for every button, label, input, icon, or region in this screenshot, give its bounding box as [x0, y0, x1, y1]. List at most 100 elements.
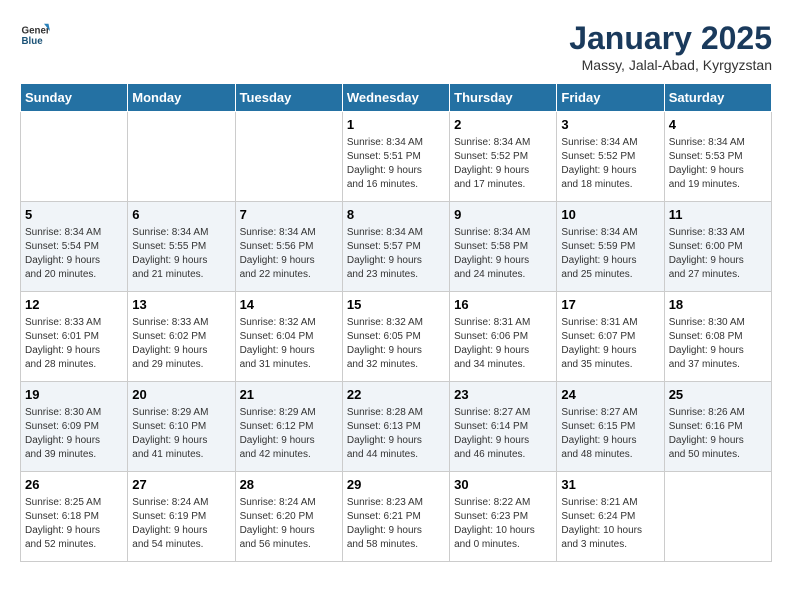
calendar-cell: 26 Sunrise: 8:25 AM Sunset: 6:18 PM Dayli…: [21, 472, 128, 562]
day-header-monday: Monday: [128, 84, 235, 112]
svg-text:General: General: [22, 26, 51, 37]
week-row-2: 5Sunrise: 8:34 AM Sunset: 5:54 PM Daylig…: [21, 202, 772, 292]
day-info: Sunrise: 8:34 AM Sunset: 5:59 PM Dayligh…: [561, 226, 659, 282]
day-number: 17: [561, 296, 659, 314]
calendar-cell: [128, 112, 235, 202]
day-info: Sunrise: 8:26 AM Sunset: 6:16 PM Dayligh…: [669, 406, 767, 462]
calendar-cell: 30 Sunrise: 8:22 AM Sunset: 6:23 PM Dayli…: [450, 472, 557, 562]
calendar-cell: 27 Sunrise: 8:24 AM Sunset: 6:19 PM Dayli…: [128, 472, 235, 562]
calendar-cell: 28 Sunrise: 8:24 AM Sunset: 6:20 PM Dayli…: [235, 472, 342, 562]
day-number: 28: [240, 476, 338, 494]
week-row-3: 12 Sunrise: 8:33 AM Sunset: 6:01 PM Dayli…: [21, 292, 772, 382]
day-number: 19: [25, 386, 123, 404]
day-number: 2: [454, 116, 552, 134]
day-info: Sunrise: 8:25 AM Sunset: 6:18 PM Dayligh…: [25, 496, 123, 552]
day-number: 14: [240, 296, 338, 314]
day-info: Sunrise: 8:27 AM Sunset: 6:14 PM Dayligh…: [454, 406, 552, 462]
calendar-cell: 18Sunrise: 8:30 AM Sunset: 6:08 PM Dayli…: [664, 292, 771, 382]
title-area: January 2025 Massy, Jalal-Abad, Kyrgyzst…: [569, 20, 772, 73]
month-title: January 2025: [569, 20, 772, 57]
day-number: 20: [132, 386, 230, 404]
day-info: Sunrise: 8:32 AM Sunset: 6:05 PM Dayligh…: [347, 316, 445, 372]
calendar-cell: 13Sunrise: 8:33 AM Sunset: 6:02 PM Dayli…: [128, 292, 235, 382]
calendar-cell: 15 Sunrise: 8:32 AM Sunset: 6:05 PM Dayli…: [342, 292, 449, 382]
day-info: Sunrise: 8:24 AM Sunset: 6:20 PM Dayligh…: [240, 496, 338, 552]
day-info: Sunrise: 8:34 AM Sunset: 5:53 PM Dayligh…: [669, 136, 767, 192]
day-header-friday: Friday: [557, 84, 664, 112]
day-info: Sunrise: 8:31 AM Sunset: 6:07 PM Dayligh…: [561, 316, 659, 372]
day-number: 23: [454, 386, 552, 404]
calendar-cell: 21Sunrise: 8:29 AM Sunset: 6:12 PM Dayli…: [235, 382, 342, 472]
day-number: 6: [132, 206, 230, 224]
location-title: Massy, Jalal-Abad, Kyrgyzstan: [569, 57, 772, 73]
day-info: Sunrise: 8:31 AM Sunset: 6:06 PM Dayligh…: [454, 316, 552, 372]
day-info: Sunrise: 8:34 AM Sunset: 5:55 PM Dayligh…: [132, 226, 230, 282]
day-number: 26: [25, 476, 123, 494]
calendar-cell: 16 Sunrise: 8:31 AM Sunset: 6:06 PM Dayli…: [450, 292, 557, 382]
calendar-cell: 29 Sunrise: 8:23 AM Sunset: 6:21 PM Dayli…: [342, 472, 449, 562]
day-number: 7: [240, 206, 338, 224]
week-row-1: 1 Sunrise: 8:34 AM Sunset: 5:51 PM Daylig…: [21, 112, 772, 202]
day-header-tuesday: Tuesday: [235, 84, 342, 112]
day-info: Sunrise: 8:33 AM Sunset: 6:01 PM Dayligh…: [25, 316, 123, 372]
day-number: 18: [669, 296, 767, 314]
day-header-saturday: Saturday: [664, 84, 771, 112]
logo: General Blue: [20, 20, 50, 50]
calendar-cell: 5Sunrise: 8:34 AM Sunset: 5:54 PM Daylig…: [21, 202, 128, 292]
calendar-cell: 12 Sunrise: 8:33 AM Sunset: 6:01 PM Dayli…: [21, 292, 128, 382]
day-info: Sunrise: 8:24 AM Sunset: 6:19 PM Dayligh…: [132, 496, 230, 552]
calendar-cell: 6 Sunrise: 8:34 AM Sunset: 5:55 PM Daylig…: [128, 202, 235, 292]
day-number: 16: [454, 296, 552, 314]
day-number: 10: [561, 206, 659, 224]
day-info: Sunrise: 8:21 AM Sunset: 6:24 PM Dayligh…: [561, 496, 659, 552]
logo-icon: General Blue: [20, 20, 50, 50]
day-number: 29: [347, 476, 445, 494]
day-number: 22: [347, 386, 445, 404]
calendar-cell: [21, 112, 128, 202]
day-info: Sunrise: 8:34 AM Sunset: 5:51 PM Dayligh…: [347, 136, 445, 192]
day-info: Sunrise: 8:22 AM Sunset: 6:23 PM Dayligh…: [454, 496, 552, 552]
calendar-cell: 17 Sunrise: 8:31 AM Sunset: 6:07 PM Dayli…: [557, 292, 664, 382]
calendar-cell: 10 Sunrise: 8:34 AM Sunset: 5:59 PM Dayli…: [557, 202, 664, 292]
day-number: 4: [669, 116, 767, 134]
day-info: Sunrise: 8:27 AM Sunset: 6:15 PM Dayligh…: [561, 406, 659, 462]
day-number: 24: [561, 386, 659, 404]
day-number: 15: [347, 296, 445, 314]
day-info: Sunrise: 8:34 AM Sunset: 5:52 PM Dayligh…: [561, 136, 659, 192]
day-number: 30: [454, 476, 552, 494]
day-number: 31: [561, 476, 659, 494]
day-number: 8: [347, 206, 445, 224]
day-info: Sunrise: 8:34 AM Sunset: 5:56 PM Dayligh…: [240, 226, 338, 282]
calendar-cell: 19 Sunrise: 8:30 AM Sunset: 6:09 PM Dayli…: [21, 382, 128, 472]
day-info: Sunrise: 8:34 AM Sunset: 5:52 PM Dayligh…: [454, 136, 552, 192]
day-info: Sunrise: 8:32 AM Sunset: 6:04 PM Dayligh…: [240, 316, 338, 372]
svg-text:Blue: Blue: [22, 36, 44, 47]
calendar-cell: 14 Sunrise: 8:32 AM Sunset: 6:04 PM Dayli…: [235, 292, 342, 382]
day-info: Sunrise: 8:23 AM Sunset: 6:21 PM Dayligh…: [347, 496, 445, 552]
day-number: 27: [132, 476, 230, 494]
day-info: Sunrise: 8:34 AM Sunset: 5:54 PM Dayligh…: [25, 226, 123, 282]
day-header-thursday: Thursday: [450, 84, 557, 112]
calendar-cell: 20Sunrise: 8:29 AM Sunset: 6:10 PM Dayli…: [128, 382, 235, 472]
calendar-cell: [235, 112, 342, 202]
day-number: 12: [25, 296, 123, 314]
day-number: 9: [454, 206, 552, 224]
day-number: 1: [347, 116, 445, 134]
calendar-cell: 1 Sunrise: 8:34 AM Sunset: 5:51 PM Daylig…: [342, 112, 449, 202]
day-info: Sunrise: 8:28 AM Sunset: 6:13 PM Dayligh…: [347, 406, 445, 462]
day-number: 3: [561, 116, 659, 134]
calendar-cell: 23 Sunrise: 8:27 AM Sunset: 6:14 PM Dayli…: [450, 382, 557, 472]
day-info: Sunrise: 8:34 AM Sunset: 5:58 PM Dayligh…: [454, 226, 552, 282]
header: General Blue January 2025 Massy, Jalal-A…: [20, 20, 772, 73]
calendar-cell: 11Sunrise: 8:33 AM Sunset: 6:00 PM Dayli…: [664, 202, 771, 292]
day-number: 13: [132, 296, 230, 314]
calendar-cell: 3 Sunrise: 8:34 AM Sunset: 5:52 PM Daylig…: [557, 112, 664, 202]
day-info: Sunrise: 8:30 AM Sunset: 6:09 PM Dayligh…: [25, 406, 123, 462]
day-header-sunday: Sunday: [21, 84, 128, 112]
week-row-4: 19 Sunrise: 8:30 AM Sunset: 6:09 PM Dayli…: [21, 382, 772, 472]
calendar-cell: 4 Sunrise: 8:34 AM Sunset: 5:53 PM Daylig…: [664, 112, 771, 202]
days-header-row: SundayMondayTuesdayWednesdayThursdayFrid…: [21, 84, 772, 112]
day-info: Sunrise: 8:29 AM Sunset: 6:12 PM Dayligh…: [240, 406, 338, 462]
calendar-cell: [664, 472, 771, 562]
calendar-cell: 8Sunrise: 8:34 AM Sunset: 5:57 PM Daylig…: [342, 202, 449, 292]
